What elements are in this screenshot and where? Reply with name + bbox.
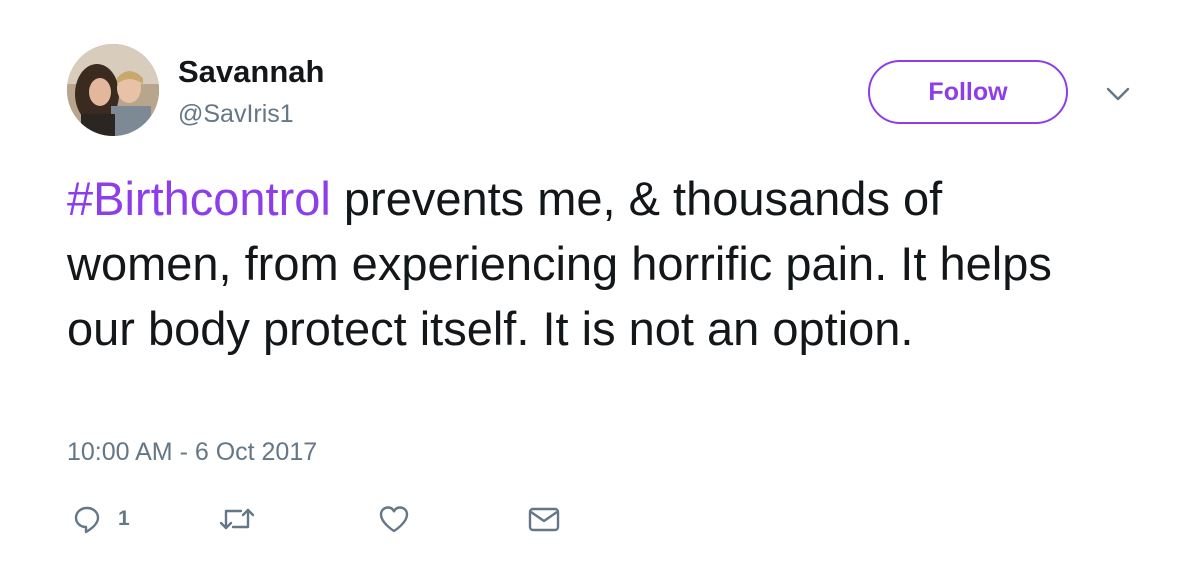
tweet-card: Savannah @SavIris1 Follow #Birthcontrol … — [0, 0, 1200, 580]
avatar-photo — [67, 44, 159, 136]
direct-message-icon — [527, 504, 561, 534]
tweet-timestamp[interactable]: 10:00 AM - 6 Oct 2017 — [67, 438, 317, 467]
like-button[interactable] — [378, 502, 410, 536]
retweet-button[interactable] — [217, 502, 257, 536]
reply-count: 1 — [118, 507, 130, 530]
direct-message-button[interactable] — [527, 502, 561, 536]
hashtag-link[interactable]: #Birthcontrol — [67, 172, 331, 225]
author-handle[interactable]: @SavIris1 — [178, 100, 294, 129]
chevron-down-icon[interactable] — [1103, 82, 1133, 106]
tweet-text: #Birthcontrol prevents me, & thousands o… — [67, 166, 1107, 361]
like-icon — [378, 504, 410, 534]
reply-icon — [72, 504, 102, 534]
follow-button[interactable]: Follow — [868, 60, 1068, 124]
author-display-name[interactable]: Savannah — [178, 54, 324, 90]
avatar[interactable] — [67, 44, 159, 136]
retweet-icon — [217, 504, 257, 534]
reply-button[interactable]: 1 — [72, 502, 130, 536]
